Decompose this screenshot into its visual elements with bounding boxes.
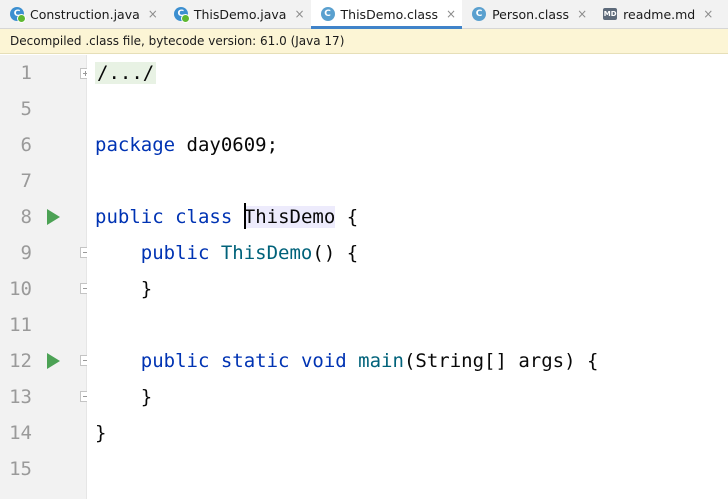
method-name: main	[358, 350, 404, 372]
constructor-name: ThisDemo	[220, 242, 313, 264]
markdown-icon: MD	[603, 8, 618, 20]
tab-label: Person.class	[492, 6, 570, 22]
code-text: }	[95, 422, 107, 444]
editor-tab-bar: C Construction.java × C ThisDemo.java × …	[0, 0, 728, 29]
line-number: 7	[20, 170, 32, 192]
run-main-icon[interactable]	[47, 353, 60, 369]
keyword: public	[140, 350, 210, 372]
code-line-14: }	[95, 415, 106, 451]
keyword: void	[300, 350, 347, 372]
editor-gutter: 1 5 6 7 8 9 10 11 12 13 14 15	[0, 55, 91, 499]
keyword: static	[220, 350, 290, 372]
close-icon[interactable]: ×	[703, 7, 713, 21]
keyword: package	[95, 134, 176, 156]
code-line-1: /.../	[95, 55, 157, 91]
class-name: ThisDemo	[243, 206, 336, 228]
tab-label: readme.md	[623, 6, 696, 22]
line-number: 15	[9, 458, 32, 480]
line-number: 11	[9, 314, 32, 336]
text-caret	[243, 202, 246, 229]
line-number: 1	[20, 62, 32, 84]
java-class-icon: C	[10, 7, 26, 23]
keyword: class	[175, 206, 233, 228]
close-icon[interactable]: ×	[446, 7, 456, 21]
code-line-12: public static void main(String[] args) {	[95, 343, 599, 379]
code-line-9: public ThisDemo() {	[95, 235, 358, 271]
tab-person-class[interactable]: C Person.class ×	[462, 0, 593, 28]
tab-thisdemo-java[interactable]: C ThisDemo.java ×	[164, 0, 311, 28]
close-icon[interactable]: ×	[148, 7, 158, 21]
code-text: }	[140, 386, 153, 408]
line-number: 14	[9, 422, 32, 444]
tab-label: Construction.java	[30, 6, 140, 22]
close-icon[interactable]: ×	[294, 7, 304, 21]
code-text: }	[140, 278, 153, 300]
line-number: 12	[9, 350, 32, 372]
code-text: () {	[312, 242, 359, 264]
tab-construction-java[interactable]: C Construction.java ×	[0, 0, 164, 28]
run-class-icon[interactable]	[47, 209, 60, 225]
close-icon[interactable]: ×	[577, 7, 587, 21]
decompiled-banner: Decompiled .class file, bytecode version…	[0, 29, 728, 54]
code-line-13: }	[95, 379, 152, 415]
line-number: 8	[20, 206, 32, 228]
line-number: 13	[9, 386, 32, 408]
collapsed-header[interactable]: /.../	[95, 62, 157, 84]
code-text: {	[335, 206, 359, 228]
line-number: 10	[9, 278, 32, 300]
class-file-icon: C	[320, 7, 335, 21]
line-number: 9	[20, 242, 32, 264]
class-file-icon: C	[472, 7, 487, 21]
code-text: (String[] args) {	[403, 350, 599, 372]
tab-label: ThisDemo.class	[340, 6, 438, 22]
tab-thisdemo-class[interactable]: C ThisDemo.class ×	[310, 0, 463, 29]
code-line-8: public class ThisDemo {	[95, 199, 358, 235]
line-number: 6	[20, 134, 32, 156]
java-class-icon: C	[173, 7, 190, 23]
package-name: day0609;	[175, 134, 279, 156]
code-editor[interactable]: /.../ package day0609; public class This…	[87, 55, 728, 499]
line-number: 5	[20, 98, 32, 120]
tab-label: ThisDemo.java	[193, 6, 287, 22]
tab-readme-md[interactable]: MD readme.md ×	[593, 0, 719, 28]
code-line-10: }	[95, 271, 152, 307]
keyword: public	[95, 206, 164, 228]
keyword: public	[140, 242, 210, 264]
code-line-6: package day0609;	[95, 127, 278, 163]
